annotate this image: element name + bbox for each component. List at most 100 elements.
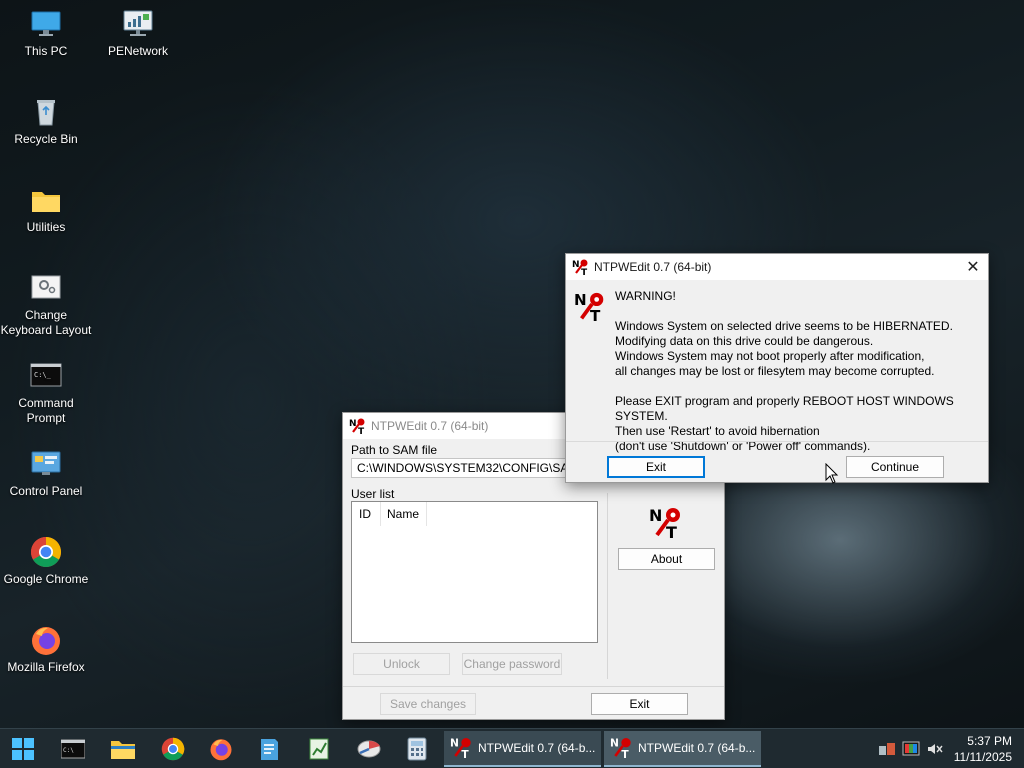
desktop-icon-control-panel[interactable]: Control Panel: [0, 448, 92, 499]
svg-text:T: T: [581, 268, 588, 276]
chrome-icon: [30, 536, 62, 568]
svg-text:N: N: [610, 737, 619, 750]
desktop-icon-label: Change Keyboard Layout: [0, 308, 92, 337]
about-button[interactable]: About: [618, 548, 715, 570]
warning-line: Windows System on selected drive seems t…: [615, 319, 953, 333]
taskbar-task-ntpwedit-dialog[interactable]: NT NTPWEdit 0.7 (64-b...: [604, 731, 761, 767]
task-label: NTPWEdit 0.7 (64-b...: [638, 741, 756, 755]
desktop-icon-label: Google Chrome: [3, 572, 89, 586]
taskbar-clock[interactable]: 5:37 PM 11/11/2025: [954, 733, 1012, 765]
desktop-icon-this-pc[interactable]: This PC: [0, 8, 92, 59]
desktop-icon-utilities[interactable]: Utilities: [0, 184, 92, 235]
clock-time: 5:37 PM: [967, 734, 1012, 748]
user-list-label: User list: [351, 487, 395, 501]
folder-icon: [111, 741, 135, 759]
chart-app-icon: [309, 738, 329, 760]
save-changes-button[interactable]: Save changes: [380, 693, 476, 715]
sam-path-field[interactable]: C:\WINDOWS\SYSTEM32\CONFIG\SAM: [351, 458, 591, 478]
ntpwedit-logo-icon: NT: [574, 291, 604, 324]
warning-line: Please EXIT program and properly REBOOT …: [615, 394, 954, 423]
display-color-icon[interactable]: [902, 740, 920, 758]
column-header-name[interactable]: Name: [381, 502, 427, 526]
svg-text:T: T: [461, 748, 469, 760]
task-label: NTPWEdit 0.7 (64-b...: [478, 741, 596, 755]
ntpwedit-logo-icon: NT: [450, 737, 471, 760]
disk-tool-icon: [357, 740, 381, 758]
start-button[interactable]: [6, 733, 40, 765]
desktop-icon-label: Mozilla Firefox: [7, 660, 85, 674]
warning-dialog: NT NTPWEdit 0.7 (64-bit) ✕ NT WARNING! W…: [565, 253, 989, 483]
svg-text:T: T: [666, 523, 677, 541]
desktop-icon-label: Recycle Bin: [14, 132, 78, 146]
ntpwedit-logo-icon: NT: [649, 506, 680, 541]
desktop-icon-change-keyboard-layout[interactable]: Change Keyboard Layout: [0, 272, 92, 338]
volume-muted-icon[interactable]: [926, 740, 944, 758]
table-header: ID Name: [352, 502, 597, 526]
dialog-title: NTPWEdit 0.7 (64-bit): [594, 260, 712, 274]
notepad-icon: [261, 739, 278, 760]
ntpwedit-logo-icon: NT: [610, 737, 631, 760]
taskbar-command-prompt[interactable]: C:\: [56, 733, 90, 765]
dialog-content-area: NT WARNING! Windows System on selected d…: [566, 281, 988, 453]
terminal-icon: C:\: [61, 739, 85, 759]
taskbar-file-explorer[interactable]: [106, 733, 140, 765]
dialog-exit-button[interactable]: Exit: [607, 456, 705, 478]
desktop-icon-penetwork[interactable]: PENetwork: [92, 8, 184, 59]
firefox-icon: [210, 739, 232, 761]
sam-path-label: Path to SAM file: [351, 443, 438, 457]
continue-button[interactable]: Continue: [846, 456, 944, 478]
taskbar-task-ntpwedit-main[interactable]: NT NTPWEdit 0.7 (64-b...: [444, 731, 601, 767]
svg-text:T: T: [358, 427, 365, 435]
taskbar-disk-tool[interactable]: [352, 733, 386, 765]
desktop-icon-label: Utilities: [26, 220, 66, 234]
control-panel-icon: [30, 448, 62, 480]
desktop-icon-command-prompt[interactable]: C:\_ Command Prompt: [0, 360, 92, 426]
svg-text:T: T: [621, 748, 629, 760]
calculator-icon: [407, 737, 427, 761]
windows-logo-icon: [12, 738, 34, 760]
computer-icon: [30, 8, 62, 40]
desktop-icon-google-chrome[interactable]: Google Chrome: [0, 536, 92, 587]
taskbar-chrome[interactable]: [156, 733, 190, 765]
taskbar-chart-app[interactable]: [302, 733, 336, 765]
network-icon: [122, 8, 154, 40]
desktop-icon-mozilla-firefox[interactable]: Mozilla Firefox: [0, 624, 92, 675]
clock-date: 11/11/2025: [953, 750, 1012, 764]
horizontal-divider: [343, 686, 724, 687]
vertical-divider: [607, 493, 608, 679]
svg-text:N: N: [574, 291, 587, 309]
unlock-button[interactable]: Unlock: [353, 653, 450, 675]
taskbar-calculator[interactable]: [400, 733, 434, 765]
change-password-button[interactable]: Change password: [462, 653, 562, 675]
desktop-icon-recycle-bin[interactable]: Recycle Bin: [0, 96, 92, 147]
user-list-table[interactable]: ID Name: [351, 501, 598, 643]
taskbar: C:\ NT NTPWEdit 0.7 (64-b... NT NTPWEdit…: [0, 728, 1024, 768]
svg-text:C:\_: C:\_: [34, 371, 52, 379]
svg-text:T: T: [590, 307, 601, 324]
ntpwedit-logo-icon: NT: [572, 259, 588, 276]
close-button[interactable]: ✕: [958, 254, 988, 280]
dialog-separator: [566, 441, 988, 442]
mouse-cursor-icon: [825, 463, 839, 484]
taskbar-firefox[interactable]: [204, 733, 238, 765]
main-exit-button[interactable]: Exit: [591, 693, 688, 715]
desktop-icon-label: PENetwork: [107, 44, 169, 58]
dialog-titlebar[interactable]: NT NTPWEdit 0.7 (64-bit) ✕: [566, 254, 988, 280]
folder-icon: [30, 184, 62, 216]
recycle-bin-icon: [30, 96, 62, 128]
warning-line: all changes may be lost or filesytem may…: [615, 364, 935, 378]
desktop-icon-label: This PC: [24, 44, 68, 58]
svg-text:C:\: C:\: [63, 747, 74, 754]
tray-app-icon[interactable]: [878, 740, 896, 758]
taskbar-notepad[interactable]: [252, 733, 286, 765]
svg-text:N: N: [450, 737, 459, 750]
warning-text: WARNING! Windows System on selected driv…: [615, 289, 988, 454]
warning-line: Modifying data on this drive could be da…: [615, 334, 874, 348]
warning-heading: WARNING!: [615, 289, 676, 303]
ntpwedit-logo-icon: NT: [349, 418, 365, 435]
warning-line: Windows System may not boot properly aft…: [615, 349, 925, 363]
desktop-icon-label: Command Prompt: [18, 396, 74, 425]
column-header-id[interactable]: ID: [352, 502, 381, 526]
firefox-icon: [30, 624, 62, 656]
chrome-icon: [161, 737, 185, 761]
